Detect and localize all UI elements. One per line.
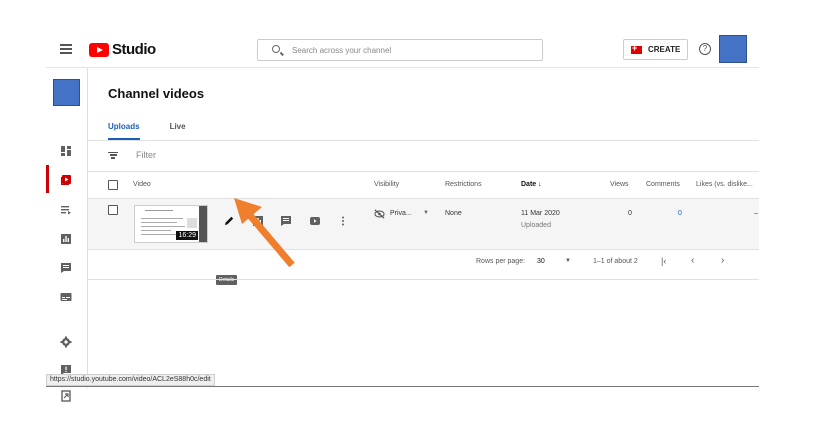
subtitles-icon[interactable]	[60, 291, 72, 303]
column-restrictions[interactable]: Restrictions	[445, 181, 482, 188]
restrictions-value: None	[445, 210, 462, 217]
channel-avatar[interactable]	[53, 79, 80, 106]
views-value: 0	[628, 210, 632, 217]
filter-placeholder: Filter	[136, 150, 156, 160]
row-checkbox[interactable]	[108, 205, 118, 215]
search-icon	[272, 45, 280, 53]
column-video: Video	[133, 181, 151, 188]
help-icon[interactable]: ?	[699, 43, 711, 55]
filter-bar[interactable]: Filter	[108, 150, 156, 160]
app-name: Studio	[112, 41, 156, 58]
comments-value[interactable]: 0	[678, 210, 682, 217]
comments-icon[interactable]	[60, 262, 72, 274]
divider	[88, 249, 759, 250]
annotation-arrow	[234, 198, 295, 268]
video-thumbnail[interactable]: 16:29	[134, 205, 208, 243]
create-label: CREATE	[648, 45, 681, 54]
sidebar	[46, 68, 88, 402]
table-header: Video Visibility Restrictions Date ↓ Vie…	[88, 172, 759, 198]
video-camera-add-icon	[631, 43, 642, 54]
divider	[88, 279, 759, 280]
screenshot-bottom-border	[46, 386, 759, 387]
rows-per-page-label: Rows per page:	[476, 258, 526, 265]
rows-per-page-dropdown-icon[interactable]: ▼	[565, 258, 571, 264]
column-comments[interactable]: Comments	[646, 181, 680, 188]
create-button[interactable]: CREATE	[623, 39, 688, 60]
tab-live[interactable]: Live	[170, 122, 186, 140]
next-page-icon[interactable]: ›	[721, 255, 724, 266]
content-icon[interactable]	[60, 174, 72, 186]
divider	[88, 140, 759, 141]
studio-window: Studio CREATE ?	[46, 32, 759, 402]
column-likes[interactable]: Likes (vs. dislike...	[696, 181, 753, 188]
studio-logo[interactable]: Studio	[89, 41, 156, 58]
visibility-value[interactable]: Priva...	[390, 210, 412, 217]
search-box[interactable]	[257, 39, 543, 61]
search-input[interactable]	[292, 43, 532, 57]
menu-icon[interactable]	[60, 44, 72, 54]
video-duration: 16:29	[176, 231, 198, 240]
column-views[interactable]: Views	[610, 181, 629, 188]
settings-icon[interactable]	[60, 336, 72, 348]
top-bar: Studio CREATE ?	[46, 32, 759, 68]
rows-per-page-select[interactable]: 30	[537, 258, 545, 265]
tab-uploads[interactable]: Uploads	[108, 122, 140, 140]
visibility-dropdown-icon[interactable]: ▼	[423, 210, 429, 216]
tab-bar: Uploads Live	[108, 122, 186, 140]
visibility-off-icon	[374, 209, 385, 219]
classic-studio-icon[interactable]	[60, 390, 72, 402]
table-row[interactable]: 16:29 Priva... ▼ None 11 Mar 2020 Upload…	[88, 199, 759, 249]
previous-page-icon[interactable]: ‹	[691, 255, 694, 266]
select-all-checkbox[interactable]	[108, 180, 118, 190]
account-avatar[interactable]	[719, 35, 747, 63]
more-options-icon[interactable]	[337, 215, 349, 227]
likes-value: –	[754, 210, 758, 217]
column-visibility[interactable]: Visibility	[374, 181, 399, 188]
youtube-play-icon	[89, 42, 109, 57]
column-date[interactable]: Date ↓	[521, 181, 542, 188]
active-indicator	[46, 165, 49, 193]
thumbnail-edge	[199, 206, 207, 242]
details-tooltip: Details	[216, 275, 238, 285]
analytics-icon[interactable]	[60, 233, 72, 245]
filter-icon	[108, 151, 118, 159]
dashboard-icon[interactable]	[60, 145, 72, 157]
page-title: Channel videos	[108, 86, 205, 101]
first-page-icon[interactable]: |‹	[661, 256, 666, 266]
main-content: Channel videos Uploads Live Filter Video…	[88, 68, 759, 388]
date-value: 11 Mar 2020	[521, 210, 560, 217]
pagination-range: 1–1 of about 2	[593, 258, 638, 265]
browser-status-url: https://studio.youtube.com/video/ACL2eS8…	[46, 374, 215, 386]
date-status: Uploaded	[521, 222, 551, 229]
playlists-icon[interactable]	[60, 204, 72, 216]
youtube-view-icon[interactable]	[309, 215, 321, 227]
